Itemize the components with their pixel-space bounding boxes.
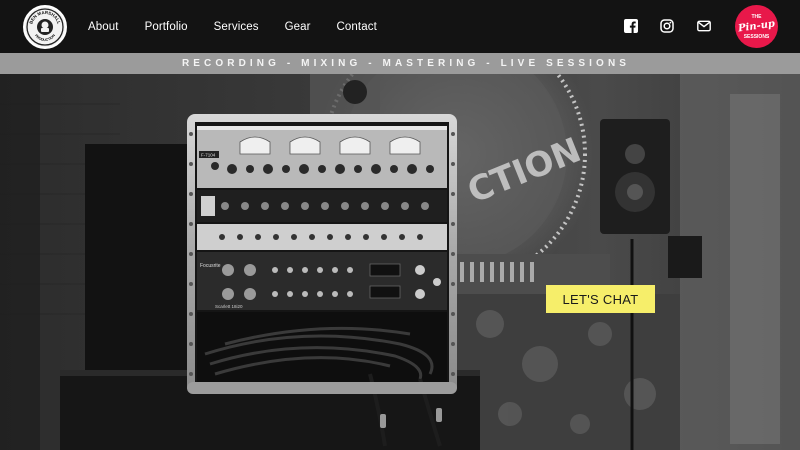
lets-chat-button[interactable]: LET'S CHAT	[546, 285, 655, 313]
main-nav: About Portfolio Services Gear Contact	[88, 0, 403, 53]
nav-services[interactable]: Services	[214, 21, 259, 33]
studio-rack-photo: CTION F-7104 Focusrite Scarlett 18i20	[0, 74, 800, 450]
services-tagline-bar: RECORDING - MIXING - MASTERING - LIVE SE…	[0, 53, 800, 74]
rack-label-3: Scarlett 18i20	[215, 304, 243, 309]
nav-contact[interactable]: Contact	[337, 21, 377, 33]
pin-up-sessions-badge[interactable]: THE Pin-up SESSIONS	[735, 5, 778, 48]
nav-about[interactable]: About	[88, 21, 119, 33]
top-navbar: BEN MARSHALL PRODUCTION About Portfolio …	[0, 0, 800, 53]
rack-label-2: Focusrite	[200, 263, 221, 269]
nav-portfolio[interactable]: Portfolio	[145, 21, 188, 33]
badge-line3: SESSIONS	[744, 34, 770, 40]
badge-line1: THE	[752, 14, 763, 20]
facebook-icon[interactable]	[624, 19, 638, 33]
mail-icon[interactable]	[697, 19, 711, 33]
badge-line2: Pin-up	[736, 18, 775, 34]
hero-image: CTION F-7104 Focusrite Scarlett 18i20 LE…	[0, 74, 800, 450]
logo-emblem-icon: BEN MARSHALL PRODUCTION	[26, 8, 64, 46]
nav-gear[interactable]: Gear	[285, 21, 311, 33]
instagram-icon[interactable]	[660, 19, 674, 33]
pin-up-logo-icon: THE Pin-up SESSIONS	[736, 14, 775, 40]
services-tagline: RECORDING - MIXING - MASTERING - LIVE SE…	[181, 58, 631, 69]
rack-label-1: F-7104	[201, 153, 216, 158]
site-logo[interactable]: BEN MARSHALL PRODUCTION	[23, 5, 67, 49]
